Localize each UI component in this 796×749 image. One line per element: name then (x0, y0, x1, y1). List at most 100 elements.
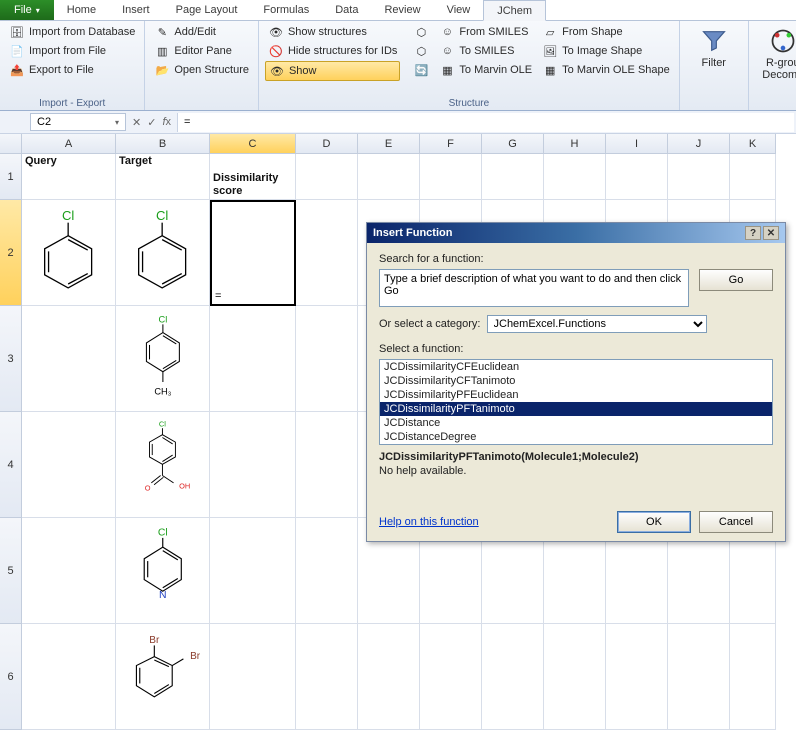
category-select[interactable]: JChemExcel.Functions (487, 315, 707, 333)
cell[interactable] (482, 624, 544, 730)
cell[interactable] (730, 154, 776, 200)
cell-A4[interactable] (22, 412, 116, 518)
function-list[interactable]: JCDissimilarityCFEuclidean JCDissimilari… (379, 359, 773, 445)
row-header[interactable]: 1 (0, 154, 22, 200)
cell-A1[interactable]: Query (22, 154, 116, 200)
cell-A2[interactable]: Cl (22, 200, 116, 306)
cell[interactable] (296, 518, 358, 624)
to-ole-shape-button[interactable]: ▦To Marvin OLE Shape (539, 61, 673, 79)
ok-button[interactable]: OK (617, 511, 691, 533)
cell[interactable] (606, 624, 668, 730)
go-button[interactable]: Go (699, 269, 773, 291)
show-button[interactable]: 👁Show (265, 61, 400, 81)
col-header[interactable]: H (544, 134, 606, 154)
tab-insert[interactable]: Insert (109, 0, 163, 20)
cell[interactable] (668, 154, 730, 200)
close-button[interactable]: ✕ (763, 226, 779, 240)
search-input[interactable]: Type a brief description of what you wan… (379, 269, 689, 307)
col-header[interactable]: C (210, 134, 296, 154)
rgroup-button[interactable]: R-grou Decomp (755, 23, 796, 81)
row-header[interactable]: 5 (0, 518, 22, 624)
cell-A5[interactable] (22, 518, 116, 624)
editor-pane-button[interactable]: ▥Editor Pane (151, 42, 252, 60)
cell-C4[interactable] (210, 412, 296, 518)
list-item-selected[interactable]: JCDissimilarityPFTanimoto (380, 402, 772, 416)
col-header[interactable]: J (668, 134, 730, 154)
cell[interactable] (296, 306, 358, 412)
list-item[interactable]: JCDissimilarityCFEuclidean (380, 360, 772, 374)
cell[interactable] (544, 624, 606, 730)
cancel-button[interactable]: Cancel (699, 511, 773, 533)
dialog-titlebar[interactable]: Insert Function ? ✕ (367, 223, 785, 243)
cell-B2[interactable]: Cl (116, 200, 210, 306)
import-from-file-button[interactable]: 📄Import from File (6, 42, 138, 60)
name-box[interactable]: C2 ▾ (30, 113, 126, 131)
tab-review[interactable]: Review (371, 0, 433, 20)
cell[interactable] (482, 154, 544, 200)
show-structures-button[interactable]: 👁Show structures (265, 23, 400, 41)
from-smiles-button[interactable]: ☺From SMILES (436, 23, 535, 41)
tab-formulas[interactable]: Formulas (250, 0, 322, 20)
list-item[interactable]: JCDissimilarityCFTanimoto (380, 374, 772, 388)
cell-B3[interactable]: ClCH₃ (116, 306, 210, 412)
cell[interactable] (606, 154, 668, 200)
cell-B5[interactable]: ClN (116, 518, 210, 624)
cell-C3[interactable] (210, 306, 296, 412)
tab-home[interactable]: Home (54, 0, 109, 20)
convert-icon-1[interactable]: ⬡ (410, 23, 432, 41)
col-header[interactable]: D (296, 134, 358, 154)
tab-data[interactable]: Data (322, 0, 371, 20)
cell-B4[interactable]: ClOOH (116, 412, 210, 518)
cell-C1[interactable]: Dissimilarity score (210, 154, 296, 200)
cell[interactable] (296, 200, 358, 306)
cell[interactable] (730, 624, 776, 730)
filter-button[interactable]: Filter (686, 23, 742, 69)
cell-C5[interactable] (210, 518, 296, 624)
cell-C2[interactable]: = (210, 200, 296, 306)
cell-B1[interactable]: Target (116, 154, 210, 200)
list-item[interactable]: JCDistance (380, 416, 772, 430)
row-header[interactable]: 4 (0, 412, 22, 518)
col-header[interactable]: B (116, 134, 210, 154)
import-from-database-button[interactable]: 🗄Import from Database (6, 23, 138, 41)
tab-jchem[interactable]: JChem (483, 0, 546, 21)
row-header[interactable]: 6 (0, 624, 22, 730)
to-image-shape-button[interactable]: 🖼To Image Shape (539, 42, 673, 60)
cancel-formula-icon[interactable]: ✕ (132, 116, 141, 129)
col-header[interactable]: F (420, 134, 482, 154)
accept-formula-icon[interactable]: ✓ (147, 116, 156, 129)
convert-icon-2[interactable]: ⬡ (410, 42, 432, 60)
col-header[interactable]: E (358, 134, 420, 154)
col-header[interactable]: G (482, 134, 544, 154)
fx-icon[interactable]: fx (162, 116, 171, 129)
cell[interactable] (358, 624, 420, 730)
help-link[interactable]: Help on this function (379, 516, 479, 528)
row-header[interactable]: 2 (0, 200, 22, 306)
cell-A3[interactable] (22, 306, 116, 412)
cell[interactable] (544, 154, 606, 200)
row-header[interactable]: 3 (0, 306, 22, 412)
add-edit-button[interactable]: ✎Add/Edit (151, 23, 252, 41)
select-all-corner[interactable] (0, 134, 22, 154)
cell[interactable] (420, 624, 482, 730)
list-item[interactable]: JCDominantTautomerCount (380, 444, 772, 445)
open-structure-button[interactable]: 📂Open Structure (151, 61, 252, 79)
list-item[interactable]: JCDissimilarityPFEuclidean (380, 388, 772, 402)
convert-icon-3[interactable]: 🔄 (410, 61, 432, 79)
to-marvin-ole-button[interactable]: ▦To Marvin OLE (436, 61, 535, 79)
tab-page-layout[interactable]: Page Layout (163, 0, 251, 20)
col-header[interactable]: I (606, 134, 668, 154)
cell[interactable] (296, 154, 358, 200)
from-shape-button[interactable]: ▱From Shape (539, 23, 673, 41)
col-header[interactable]: A (22, 134, 116, 154)
to-smiles-button[interactable]: ☺To SMILES (436, 42, 535, 60)
cell-C6[interactable] (210, 624, 296, 730)
cell[interactable] (420, 154, 482, 200)
cell[interactable] (296, 412, 358, 518)
tab-view[interactable]: View (434, 0, 484, 20)
hide-structures-button[interactable]: 🚫Hide structures for IDs (265, 42, 400, 60)
file-tab[interactable]: File▾ (0, 0, 54, 20)
cell[interactable] (668, 624, 730, 730)
col-header[interactable]: K (730, 134, 776, 154)
list-item[interactable]: JCDistanceDegree (380, 430, 772, 444)
